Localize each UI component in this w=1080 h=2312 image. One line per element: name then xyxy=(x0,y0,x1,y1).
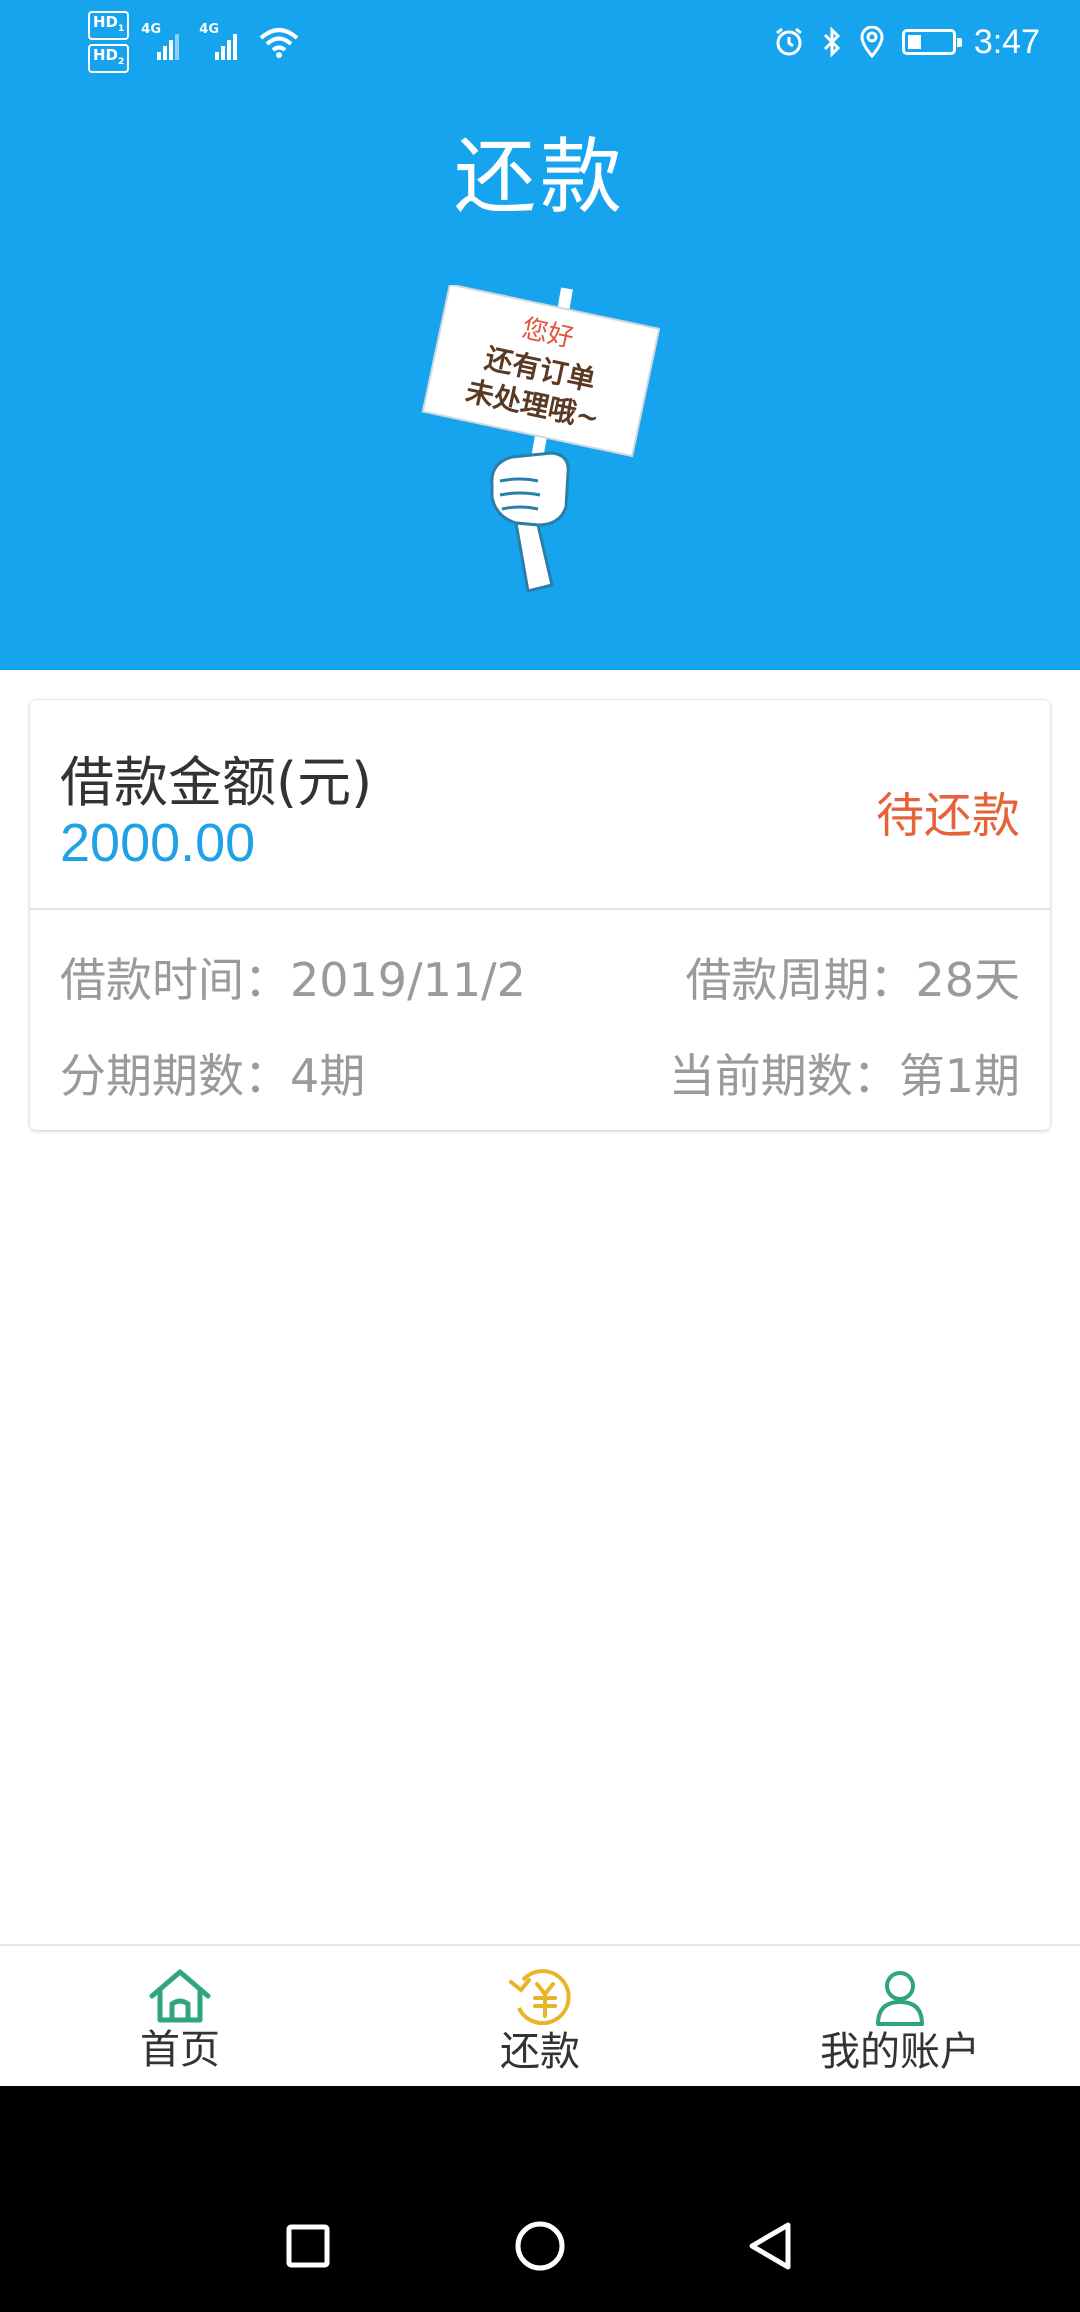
current-period-label: 当前期数： xyxy=(668,1049,899,1103)
page-title: 还款 xyxy=(453,130,626,225)
repay-yuan-icon xyxy=(509,1969,571,2026)
screen: 还款 您好 还有订单 未处理哦~ HD1 HD2 4G 4G 3:47 借款金额… xyxy=(0,0,1080,2312)
current-period-value: 第1期 xyxy=(898,1049,1020,1103)
card-divider xyxy=(30,908,1050,910)
loan-card-summary: 借款金额(元) 2000.00 待还款 xyxy=(30,700,1050,908)
installments-label: 分期期数： xyxy=(60,1049,290,1103)
loan-period: 借款周期：28天 xyxy=(685,944,1020,1010)
installments: 分期期数：4期 xyxy=(60,1040,365,1106)
detail-row-2: 分期期数：4期 当前期数：第1期 xyxy=(60,1040,1020,1103)
loan-card[interactable]: 借款金额(元) 2000.00 待还款 借款时间：2019/11/2 借款周期：… xyxy=(30,700,1050,1130)
home-circle-icon[interactable] xyxy=(514,2220,566,2272)
sign-illustration: 您好 还有订单 未处理哦~ xyxy=(421,285,660,593)
hd-badge-2: HD2 xyxy=(88,44,130,73)
status-bar: HD1 HD2 4G 4G 3:47 xyxy=(0,0,1080,80)
loan-time-value: 2019/11/2 xyxy=(290,953,526,1007)
current-period: 当前期数：第1期 xyxy=(669,1040,1020,1106)
bottom-nav: 首页 还款 我的账户 xyxy=(0,1944,1080,2086)
fist-shape xyxy=(490,451,570,593)
signal-icon-1: 4G xyxy=(141,22,187,60)
detail-row-1: 借款时间：2019/11/2 借款周期：28天 xyxy=(60,944,1020,1007)
header: 还款 您好 还有订单 未处理哦~ xyxy=(0,0,1080,670)
system-nav-bar xyxy=(0,2086,1080,2312)
hd-badges: HD1 HD2 xyxy=(88,11,130,73)
bluetooth-icon xyxy=(823,26,840,58)
status-time: 3:47 xyxy=(973,22,1040,61)
recent-apps-icon[interactable] xyxy=(286,2224,330,2268)
loan-time-label: 借款时间： xyxy=(60,953,290,1007)
loan-amount-label: 借款金额(元) xyxy=(60,751,373,814)
installments-value: 4期 xyxy=(290,1049,366,1103)
alarm-icon xyxy=(775,27,802,56)
nav-label-repay: 还款 xyxy=(500,2029,580,2075)
battery-icon xyxy=(901,29,962,55)
nav-label-home: 首页 xyxy=(140,2027,220,2073)
hd-badge-1: HD1 xyxy=(88,11,130,40)
signal-icon-2: 4G xyxy=(199,22,245,60)
nav-label-account: 我的账户 xyxy=(820,2029,980,2075)
loan-period-label: 借款周期： xyxy=(685,953,916,1007)
wifi-icon xyxy=(259,28,299,58)
loan-period-value: 28天 xyxy=(915,953,1020,1007)
back-icon[interactable] xyxy=(746,2221,792,2271)
repayment-status: 待还款 xyxy=(875,788,1020,844)
location-icon xyxy=(860,26,884,58)
loan-amount-value: 2000.00 xyxy=(60,813,256,873)
home-icon xyxy=(149,1969,211,2023)
user-icon xyxy=(876,1971,924,2026)
nav-item-home[interactable]: 首页 xyxy=(0,1946,360,2086)
nav-item-account[interactable]: 我的账户 xyxy=(720,1946,1080,2086)
nav-item-repay[interactable]: 还款 xyxy=(360,1946,720,2086)
battery-level xyxy=(907,35,921,49)
loan-time: 借款时间：2019/11/2 xyxy=(60,944,526,1010)
